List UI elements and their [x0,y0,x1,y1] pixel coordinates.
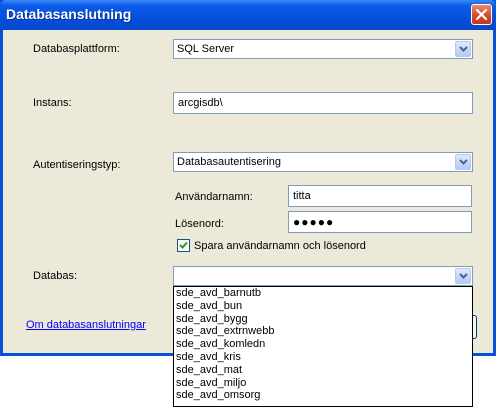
platform-label: Databasplattform: [33,43,120,55]
list-item[interactable]: sde_avd_mat [174,364,472,377]
list-item[interactable]: sde_avd_bun [174,300,472,313]
auth-type-combobox[interactable]: Databasautentisering [173,152,473,172]
chevron-down-icon [459,159,468,165]
database-combobox[interactable] [173,266,473,286]
instance-input[interactable]: arcgisdb\ [173,92,473,114]
list-item[interactable]: sde_avd_extrnwebb [174,325,472,338]
database-dropdown-button[interactable] [455,268,471,284]
list-item[interactable]: sde_avd_bygg [174,313,472,326]
database-dropdown-list[interactable]: sde_avd_barnutb sde_avd_bun sde_avd_bygg… [173,286,473,407]
username-input[interactable]: titta [288,185,472,207]
password-value: ●●●●● [293,215,335,229]
list-item[interactable]: sde_avd_kris [174,351,472,364]
list-item[interactable]: sde_avd_omsorg [174,389,472,402]
chevron-down-icon [459,273,468,279]
list-item[interactable]: sde_avd_barnutb [174,287,472,300]
list-item[interactable]: sde_avd_komledn [174,338,472,351]
close-button[interactable] [471,4,492,25]
username-value: titta [293,190,311,202]
save-credentials-label[interactable]: Spara användarnamn och lösenord [194,240,366,252]
auth-type-label: Autentiseringstyp: [33,159,121,171]
instance-label: Instans: [33,97,72,109]
chevron-down-icon [459,46,468,52]
about-connections-link[interactable]: Om databasanslutningar [26,319,146,331]
checkmark-icon [179,241,188,249]
list-item[interactable]: sde_avd_miljo [174,377,472,390]
title-bar[interactable]: Databasanslutning [0,0,496,30]
instance-value: arcgisdb\ [178,97,223,109]
save-credentials-checkbox[interactable] [177,239,190,252]
database-label: Databas: [33,270,78,282]
username-label: Användarnamn: [175,191,253,203]
password-input[interactable]: ●●●●● [288,211,472,233]
platform-combobox[interactable]: SQL Server [173,39,473,59]
password-label: Lösenord: [175,218,224,230]
auth-type-dropdown-button[interactable] [455,154,471,170]
auth-type-value: Databasautentisering [177,156,281,168]
platform-dropdown-button[interactable] [455,41,471,57]
window-title: Databasanslutning [6,6,132,22]
close-icon [476,9,487,20]
platform-value: SQL Server [177,43,235,55]
